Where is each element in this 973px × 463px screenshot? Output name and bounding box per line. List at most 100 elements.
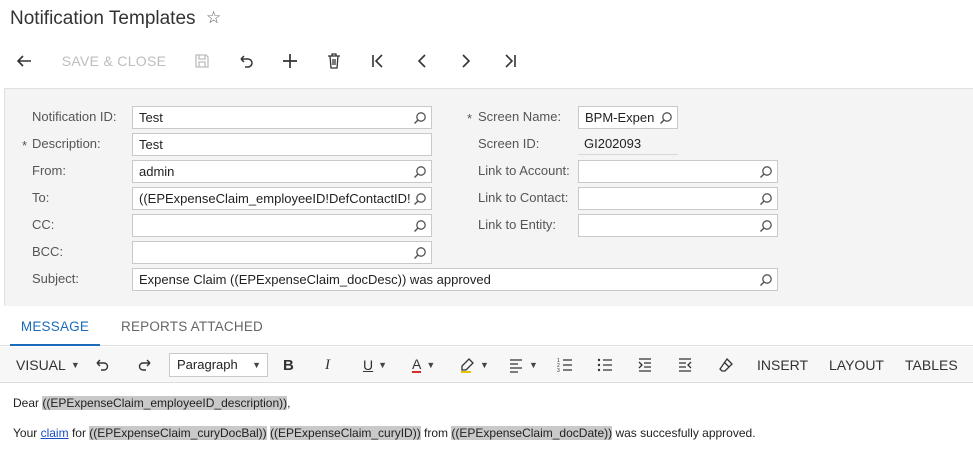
first-page-icon <box>372 54 383 68</box>
link-account-label: Link to Account: <box>478 163 570 178</box>
title-bar: Notification Templates ☆ <box>0 0 973 40</box>
font-color-label: A <box>412 356 422 373</box>
caret-down-icon: ▼ <box>252 360 261 370</box>
link-account-field[interactable] <box>578 160 778 183</box>
underline-label: U <box>363 357 374 373</box>
required-marker: * <box>467 111 473 126</box>
clear-format-button[interactable] <box>718 347 734 383</box>
tab-message[interactable]: MESSAGE <box>10 312 100 346</box>
search-icon[interactable] <box>759 165 773 179</box>
delete-button[interactable] <box>323 44 345 78</box>
to-label: To: <box>32 190 50 205</box>
cc-label: CC: <box>32 217 55 232</box>
claim-link[interactable]: claim <box>41 426 69 440</box>
underline-button[interactable]: U ▼ <box>363 347 387 383</box>
search-icon[interactable] <box>413 111 427 125</box>
notification-id-field[interactable]: Test <box>132 106 432 129</box>
paragraph-style-select[interactable]: Paragraph ▼ <box>169 353 268 377</box>
caret-down-icon: ▼ <box>70 360 80 370</box>
bcc-field[interactable] <box>132 241 432 264</box>
floppy-disk-icon <box>195 54 209 68</box>
bcc-label: BCC: <box>32 244 64 259</box>
link-entity-field[interactable] <box>578 214 778 237</box>
template-field: ((EPExpenseClaim_curyID)) <box>270 426 421 440</box>
outdent-button[interactable] <box>677 347 693 383</box>
search-icon[interactable] <box>659 111 673 125</box>
search-icon[interactable] <box>413 165 427 179</box>
layout-menu-button[interactable]: LAYOUT <box>829 347 884 383</box>
save-close-button[interactable]: SAVE & CLOSE <box>58 44 170 78</box>
editor-toolbar: VISUAL ▼ B I U ▼ A ▼ ▼ ▼ 123 INSERT LAYOUT … <box>0 347 973 383</box>
visual-mode-button[interactable]: VISUAL ▼ <box>16 347 80 383</box>
chevron-right-icon <box>462 54 471 68</box>
link-contact-field[interactable] <box>578 187 778 210</box>
highlight-button[interactable]: ▼ <box>459 347 489 383</box>
visual-label: VISUAL <box>16 357 66 373</box>
italic-button[interactable]: I <box>325 347 330 383</box>
subject-label: Subject: <box>32 271 79 286</box>
to-field[interactable]: ((EPExpenseClaim_employeeID!DefContactID… <box>132 187 432 210</box>
plus-icon <box>283 54 297 68</box>
outdent-icon <box>679 358 692 372</box>
from-field[interactable]: admin <box>132 160 432 183</box>
editor-redo-button[interactable] <box>137 347 153 383</box>
from-label: From: <box>32 163 66 178</box>
search-icon[interactable] <box>413 246 427 260</box>
indent-icon <box>638 358 651 372</box>
message-text: from <box>420 426 452 440</box>
tab-reports-attached[interactable]: REPORTS ATTACHED <box>121 312 263 346</box>
last-record-button[interactable] <box>499 44 521 78</box>
last-page-icon <box>505 54 516 68</box>
screen-name-field[interactable]: BPM-Expen <box>578 106 678 129</box>
editor-undo-button[interactable] <box>94 347 110 383</box>
message-text: was succesfully approved. <box>612 426 756 440</box>
align-left-icon <box>510 359 522 373</box>
search-icon[interactable] <box>759 192 773 206</box>
bullet-list-icon <box>597 358 612 372</box>
message-text: , <box>287 396 291 410</box>
bullet-list-button[interactable] <box>597 347 613 383</box>
star-icon[interactable]: ☆ <box>206 8 221 28</box>
link-contact-label: Link to Contact: <box>478 190 569 205</box>
tables-menu-button[interactable]: TABLES <box>905 347 958 383</box>
caret-down-icon: ▼ <box>529 360 538 370</box>
description-field[interactable]: Test <box>132 133 432 156</box>
undo-icon <box>240 55 253 68</box>
template-field: ((EPExpenseClaim_docDate)) <box>451 426 613 440</box>
previous-record-button[interactable] <box>411 44 433 78</box>
search-icon[interactable] <box>413 192 427 206</box>
next-record-button[interactable] <box>455 44 477 78</box>
align-button[interactable]: ▼ <box>508 347 538 383</box>
numbered-list-button[interactable]: 123 <box>557 347 573 383</box>
page-title: Notification Templates <box>10 8 196 29</box>
highlighter-icon <box>461 358 474 373</box>
form-panel: Notification ID: Test * Description: Tes… <box>4 88 973 306</box>
caret-down-icon: ▼ <box>480 360 489 370</box>
save-button[interactable] <box>191 44 213 78</box>
link-entity-label: Link to Entity: <box>478 217 557 232</box>
undo-icon <box>96 359 109 371</box>
font-color-button[interactable]: A ▼ <box>412 347 435 383</box>
bold-button[interactable]: B <box>283 347 294 383</box>
search-icon[interactable] <box>759 219 773 233</box>
message-line: Dear ((EPExpenseClaim_employeeID_descrip… <box>13 396 290 410</box>
message-text: Your <box>13 426 41 440</box>
indent-button[interactable] <box>637 347 653 383</box>
back-button[interactable] <box>12 44 36 78</box>
cc-field[interactable] <box>132 214 432 237</box>
screen-id-value: GI202093 <box>578 133 678 155</box>
message-editor[interactable]: Dear ((EPExpenseClaim_employeeID_descrip… <box>0 384 973 463</box>
tab-bar: MESSAGE REPORTS ATTACHED <box>0 312 973 346</box>
description-label: Description: <box>32 136 101 151</box>
arrow-left-icon <box>16 55 31 67</box>
search-icon[interactable] <box>759 273 773 287</box>
first-record-button[interactable] <box>367 44 389 78</box>
numbered-list-icon: 123 <box>557 358 572 373</box>
add-button[interactable] <box>279 44 301 78</box>
paragraph-style-value: Paragraph <box>177 357 238 372</box>
insert-menu-button[interactable]: INSERT <box>757 347 808 383</box>
notification-id-label: Notification ID: <box>32 109 117 124</box>
undo-button[interactable] <box>235 44 257 78</box>
subject-field[interactable]: Expense Claim ((EPExpenseClaim_docDesc))… <box>132 268 778 291</box>
search-icon[interactable] <box>413 219 427 233</box>
